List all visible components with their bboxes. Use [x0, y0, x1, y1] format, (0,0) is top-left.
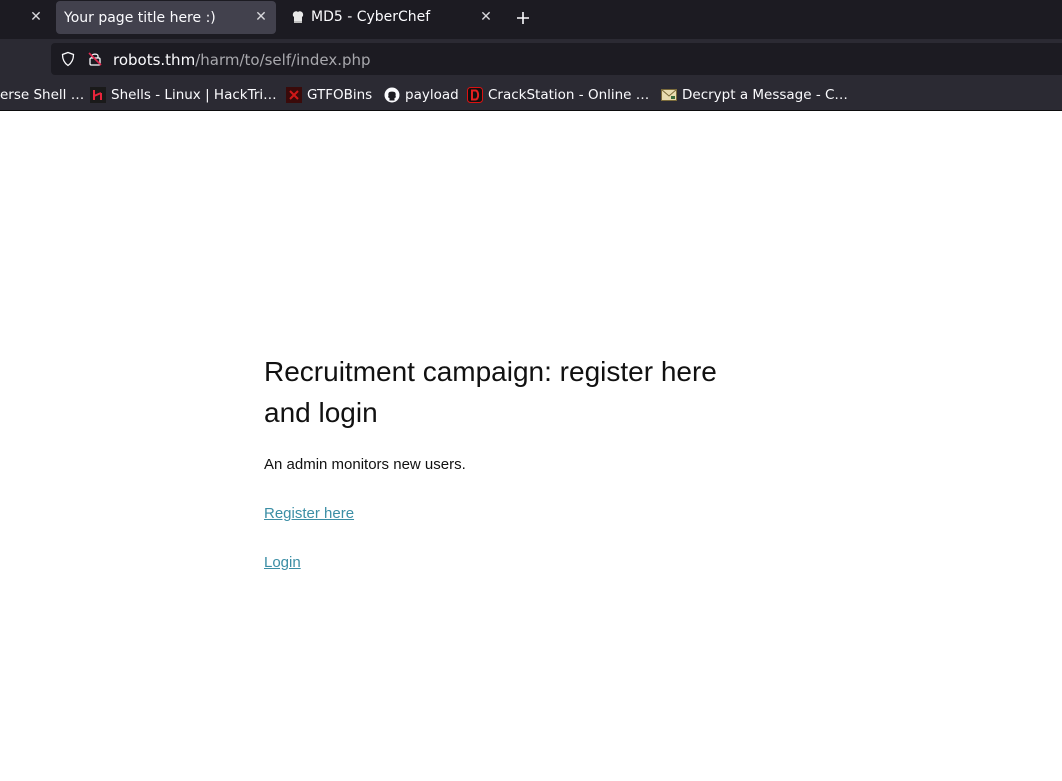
- tab-previous[interactable]: ✕: [0, 0, 52, 33]
- page-description: An admin monitors new users.: [264, 456, 466, 473]
- bookmarks-toolbar: erse Shell … Shells - Linux | HackTri… G…: [0, 79, 1062, 111]
- bookmark-label: erse Shell …: [0, 87, 85, 103]
- page-content: Recruitment campaign: register here and …: [0, 111, 1062, 781]
- bookmark-reverse-shell[interactable]: erse Shell …: [0, 86, 84, 104]
- bookmark-hacktricks[interactable]: Shells - Linux | HackTri…: [90, 86, 277, 104]
- tab-close-icon[interactable]: ✕: [29, 10, 43, 24]
- url-host: robots.thm: [113, 51, 196, 69]
- tab-cyberchef[interactable]: MD5 - CyberChef ✕: [284, 0, 502, 33]
- bookmark-gtfobins[interactable]: GTFOBins: [286, 86, 372, 104]
- gtfobins-icon: [286, 87, 302, 103]
- tab-title: MD5 - CyberChef: [311, 8, 431, 25]
- bookmark-crackstation[interactable]: CrackStation - Online …: [467, 86, 649, 104]
- url-path: /harm/to/self/index.php: [195, 51, 371, 69]
- bookmark-payload[interactable]: payload: [384, 86, 459, 104]
- bookmark-label: Shells - Linux | HackTri…: [111, 87, 277, 103]
- cyberchef-favicon-icon: [290, 9, 306, 25]
- tab-close-icon[interactable]: ✕: [479, 10, 493, 24]
- login-link[interactable]: Login: [264, 554, 301, 571]
- bookmark-decrypt-message[interactable]: Decrypt a Message - C…: [661, 86, 848, 104]
- tab-title: Your page title here :): [64, 9, 216, 26]
- url-text[interactable]: robots.thm/harm/to/self/index.php: [113, 51, 371, 69]
- page-title: Recruitment campaign: register here and …: [264, 356, 717, 428]
- envelope-icon: [661, 87, 677, 103]
- hacktricks-icon: [90, 87, 106, 103]
- tab-strip: ✕ Your page title here :) ✕ MD5 - CyberC…: [0, 0, 1062, 39]
- bookmark-label: CrackStation - Online …: [488, 87, 650, 103]
- register-link[interactable]: Register here: [264, 505, 354, 522]
- plus-icon: [517, 12, 529, 24]
- crackstation-icon: [467, 87, 483, 103]
- address-bar[interactable]: robots.thm/harm/to/self/index.php: [51, 43, 1062, 75]
- tab-active[interactable]: Your page title here :) ✕: [56, 1, 276, 34]
- shield-icon[interactable]: [60, 51, 76, 67]
- tab-close-icon[interactable]: ✕: [254, 10, 268, 24]
- navigation-toolbar: robots.thm/harm/to/self/index.php: [0, 39, 1062, 79]
- insecure-lock-icon[interactable]: [87, 51, 103, 67]
- bookmark-label: payload: [405, 87, 459, 103]
- github-icon: [384, 87, 400, 103]
- new-tab-button[interactable]: [513, 8, 533, 28]
- bookmark-label: GTFOBins: [307, 87, 373, 103]
- bookmark-label: Decrypt a Message - C…: [682, 87, 848, 103]
